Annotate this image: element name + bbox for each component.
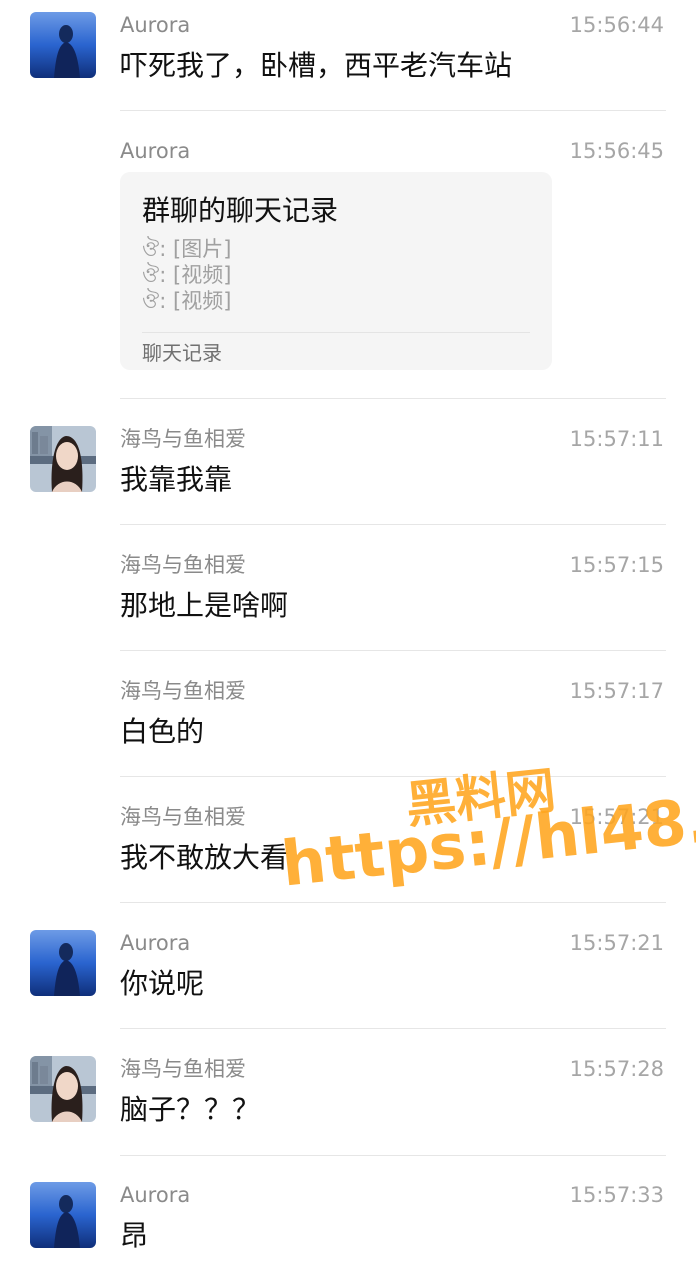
sender-name: 海鸟与鱼相爱 — [120, 1057, 246, 1081]
chat-message[interactable]: Aurora 15:56:45 群聊的聊天记录 ঔ: [图片] ঔ: [视频] … — [0, 0, 696, 400]
preview-content: [视频] — [173, 289, 232, 313]
chat-message[interactable]: Aurora 15:57:33 昂 — [0, 1182, 696, 1280]
message-text[interactable]: 那地上是啥啊 — [120, 586, 288, 626]
chat-message[interactable]: 海鸟与鱼相爱 15:57:17 白色的 — [0, 678, 696, 776]
preview-content: [视频] — [173, 263, 232, 287]
message-divider — [120, 776, 666, 777]
message-text[interactable]: 脑子？？？ — [120, 1090, 260, 1130]
girl-avatar-icon[interactable] — [30, 426, 96, 492]
card-title: 群聊的聊天记录 — [142, 194, 339, 227]
card-footer-label: 聊天记录 — [142, 341, 222, 365]
message-time: 15:57:17 — [569, 679, 664, 703]
message-divider — [120, 650, 666, 651]
sender-name: 海鸟与鱼相爱 — [120, 805, 246, 829]
message-time: 15:57:33 — [569, 1183, 664, 1207]
aurora-avatar-icon[interactable] — [30, 1182, 96, 1248]
sender-name: Aurora — [120, 139, 191, 163]
sender-glyph: ঔ — [142, 289, 160, 313]
separator: : — [159, 289, 173, 313]
girl-avatar-icon[interactable] — [30, 1056, 96, 1122]
message-divider — [120, 398, 666, 399]
card-preview-line: ঔ: [视频] — [142, 288, 231, 314]
message-time: 15:57:21 — [569, 805, 664, 829]
sender-name: 海鸟与鱼相爱 — [120, 679, 246, 703]
chat-message[interactable]: Aurora 15:57:21 你说呢 — [0, 930, 696, 1028]
message-divider — [120, 524, 666, 525]
sender-glyph: ঔ — [142, 263, 160, 287]
message-time: 15:57:11 — [569, 427, 664, 451]
message-text[interactable]: 白色的 — [120, 712, 204, 752]
message-time: 15:56:45 — [569, 139, 664, 163]
message-time: 15:57:15 — [569, 553, 664, 577]
separator: : — [159, 237, 173, 261]
chat-history-card[interactable]: 群聊的聊天记录 ঔ: [图片] ঔ: [视频] ঔ: [视频] 聊天记录 — [120, 172, 552, 370]
card-divider — [142, 332, 530, 333]
message-divider — [120, 902, 666, 903]
chat-message[interactable]: 海鸟与鱼相爱 15:57:15 那地上是啥啊 — [0, 552, 696, 650]
message-divider — [120, 1028, 666, 1029]
chat-message[interactable]: 海鸟与鱼相爱 15:57:28 脑子？？？ — [0, 1056, 696, 1154]
message-text[interactable]: 你说呢 — [120, 964, 204, 1004]
chat-message[interactable]: 海鸟与鱼相爱 15:57:11 我靠我靠 — [0, 426, 696, 524]
card-preview-line: ঔ: [图片] — [142, 236, 231, 262]
message-divider — [120, 1155, 666, 1156]
message-time: 15:57:28 — [569, 1057, 664, 1081]
message-text[interactable]: 我靠我靠 — [120, 460, 232, 500]
message-text[interactable]: 我不敢放大看 — [120, 838, 288, 878]
sender-name: 海鸟与鱼相爱 — [120, 553, 246, 577]
preview-content: [图片] — [173, 237, 232, 261]
sender-glyph: ঔ — [142, 237, 160, 261]
chat-message[interactable]: 海鸟与鱼相爱 15:57:21 我不敢放大看 — [0, 804, 696, 902]
separator: : — [159, 263, 173, 287]
sender-name: Aurora — [120, 931, 191, 955]
sender-name: Aurora — [120, 1183, 191, 1207]
sender-name: 海鸟与鱼相爱 — [120, 427, 246, 451]
card-preview-line: ঔ: [视频] — [142, 262, 231, 288]
aurora-avatar-icon[interactable] — [30, 930, 96, 996]
message-time: 15:57:21 — [569, 931, 664, 955]
message-text[interactable]: 昂 — [120, 1216, 148, 1256]
